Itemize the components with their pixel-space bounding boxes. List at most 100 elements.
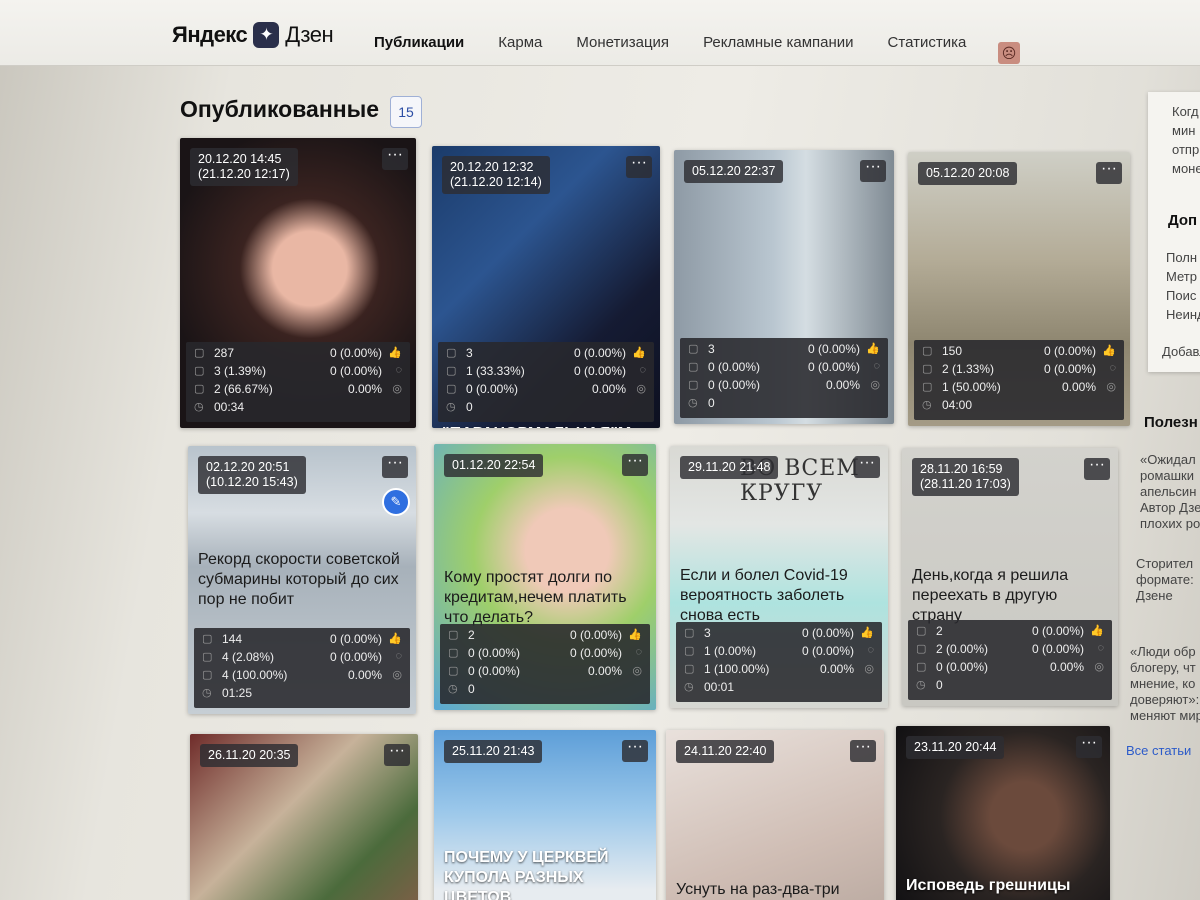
stat-value: 0 (0.00%): [801, 626, 854, 640]
stat-value: 0: [708, 396, 715, 410]
logo[interactable]: Яндекс ✦ Дзен: [172, 20, 334, 50]
card-title[interactable]: День,когда я решила переехать в другую с…: [912, 566, 1110, 626]
more-menu-icon[interactable]: ···: [850, 739, 876, 762]
count-badge: 15: [390, 96, 422, 128]
comment-icon: ◌: [395, 364, 402, 376]
sidebar-quote: формате:: [1136, 572, 1194, 587]
nav-karma[interactable]: Карма: [498, 34, 542, 51]
publication-card[interactable]: 20.12.20 12:32 (21.12.20 12:14) ··· "ПАРАН…: [432, 146, 660, 428]
more-menu-icon[interactable]: ···: [1076, 735, 1102, 758]
sidebar-text: Поис: [1166, 288, 1197, 303]
top-bar: Яндекс ✦ Дзен Публикации Карма Монетизац…: [0, 0, 1200, 66]
more-menu-icon[interactable]: ···: [860, 159, 886, 182]
edit-pencil-icon[interactable]: ✎: [382, 488, 410, 516]
publication-card[interactable]: 23.11.20 20:44 ··· Исповедь грешницы: [896, 726, 1110, 900]
stat-value: 0.00%: [347, 668, 382, 682]
card-title[interactable]: Рекорд скорости советской субмарины кото…: [198, 550, 408, 610]
more-menu-icon[interactable]: ···: [382, 147, 408, 170]
doc-icon: ▢: [202, 633, 213, 645]
sidebar-text: моне: [1172, 161, 1200, 176]
doc-icon: ▢: [448, 665, 459, 677]
doc-icon: ▢: [446, 383, 457, 395]
stat-value: 1 (50.00%): [942, 380, 1001, 394]
share-icon: ◎: [870, 379, 880, 391]
more-menu-icon[interactable]: ···: [854, 455, 880, 478]
more-menu-icon[interactable]: ···: [1084, 457, 1110, 480]
doc-icon: ▢: [922, 345, 933, 357]
nav-publications[interactable]: Публикации: [374, 34, 464, 51]
more-menu-icon[interactable]: ···: [1096, 161, 1122, 184]
card-title[interactable]: Уснуть на раз-два-три: [676, 880, 876, 900]
clock-icon: ◷: [448, 683, 458, 695]
stat-value: 0 (0.00%): [708, 378, 761, 392]
publication-card[interactable]: ВО ВСЕМ КРУГУ 29.11.20 21:48 ··· Если и бол…: [670, 446, 888, 708]
stat-value: 0 (0.00%): [573, 364, 626, 378]
like-icon: 👍: [1090, 625, 1104, 637]
publication-card[interactable]: 20.12.20 14:45 (21.12.20 12:17)···МЕЧТЫ …: [180, 138, 416, 428]
more-menu-icon[interactable]: ···: [622, 739, 648, 762]
share-icon: ◎: [392, 383, 402, 395]
card-title[interactable]: ПОЧЕМУ У ЦЕРКВЕЙ КУПОЛА РАЗНЫХ ЦВЕТОВ: [444, 848, 648, 900]
sidebar-heading: Доп: [1168, 212, 1198, 229]
publication-card[interactable]: 05.12.20 22:37···Лыжи на военной службе▢…: [674, 150, 894, 424]
card-date: 24.11.20 22:40: [676, 740, 775, 763]
publication-card[interactable]: 01.12.20 22:54 ··· Кому простят долги по к…: [434, 444, 656, 710]
doc-icon: ▢: [916, 661, 927, 673]
comment-icon: ◌: [867, 644, 874, 656]
stat-value: 04:00: [942, 398, 973, 412]
card-stats: ▢ 3 0 (0.00%) 👍 ▢ 1 (33.33%) 0 (0.00%) ◌ ▢ 0 (0.0…: [438, 342, 654, 422]
doc-icon: ▢: [916, 625, 927, 637]
nav-statistics[interactable]: Статистика: [888, 34, 967, 51]
nav-ad-campaigns[interactable]: Рекламные кампании: [703, 34, 853, 51]
publication-card[interactable]: 26.11.20 20:35 ···: [190, 734, 418, 900]
more-menu-icon[interactable]: ···: [384, 743, 410, 766]
card-title[interactable]: Кому простят долги по кредитам,нечем пла…: [444, 568, 648, 628]
stat-value: 0 (0.00%): [329, 632, 382, 646]
card-date: 05.12.20 20:08: [918, 162, 1018, 185]
publication-card[interactable]: 02.12.20 20:51 (10.12.20 15:43) ··· Рекорд…: [188, 446, 416, 714]
clock-icon: ◷: [916, 679, 926, 691]
user-face-icon[interactable]: ☹: [998, 42, 1020, 64]
card-title[interactable]: "ПАРАНОРМАЛЬНАЯ"Ме сть: В России обьявил…: [442, 424, 652, 428]
card-title[interactable]: Если и болел Covid-19 вероятность заболе…: [680, 566, 880, 626]
like-icon: 👍: [388, 633, 402, 645]
sidebar-add-link[interactable]: Добавл: [1162, 344, 1200, 359]
more-menu-icon[interactable]: ···: [622, 453, 648, 476]
stat-value: 0 (0.00%): [936, 660, 989, 674]
clock-icon: ◷: [688, 397, 698, 409]
sidebar-quote: Сторител: [1136, 556, 1194, 571]
stat-value: 0: [468, 682, 475, 696]
nav-monetization[interactable]: Монетизация: [576, 34, 669, 51]
doc-icon: ▢: [194, 365, 205, 377]
stat-value: 01:25: [222, 686, 253, 700]
all-articles-link[interactable]: Все статьи: [1126, 743, 1191, 758]
doc-icon: ▢: [684, 627, 695, 639]
logo-product: Дзен: [285, 22, 334, 47]
sidebar-quote: «Люди обр: [1130, 644, 1196, 659]
more-menu-icon[interactable]: ···: [626, 155, 652, 178]
doc-icon: ▢: [688, 379, 699, 391]
publication-card[interactable]: 24.11.20 22:40 ··· Уснуть на раз-два-три: [666, 730, 884, 900]
publication-card[interactable]: 28.11.20 16:59 (28.11.20 17:03) ··· День,к…: [902, 448, 1118, 706]
more-menu-icon[interactable]: ···: [382, 455, 408, 478]
stat-value: 0.00%: [591, 382, 626, 396]
publication-card[interactable]: 25.11.20 21:43 ··· ПОЧЕМУ У ЦЕРКВЕЙ КУПОЛА…: [434, 730, 656, 900]
stat-value: 0.00%: [825, 378, 860, 392]
stat-value: 1 (33.33%): [466, 364, 525, 378]
publication-card[interactable]: 05.12.20 20:08···Вершина воинского искус…: [908, 152, 1130, 426]
sidebar-quote: Автор Дзе: [1140, 500, 1200, 515]
doc-icon: ▢: [684, 663, 695, 675]
doc-icon: ▢: [194, 347, 205, 359]
star-icon: ✦: [253, 22, 280, 48]
doc-icon: ▢: [688, 343, 699, 355]
card-title[interactable]: Исповедь грешницы: [906, 876, 1102, 896]
stat-value: 2: [468, 628, 475, 642]
sidebar-text: Полн: [1166, 250, 1198, 265]
sidebar-quote: мнение, ко: [1130, 676, 1196, 691]
like-icon: 👍: [388, 347, 402, 359]
stat-value: 0 (0.00%): [1031, 642, 1084, 656]
card-date: 28.11.20 16:59 (28.11.20 17:03): [912, 458, 1019, 496]
card-date: 20.12.20 12:32 (21.12.20 12:14): [442, 156, 550, 194]
sidebar-quote: Дзене: [1136, 588, 1173, 603]
like-icon: 👍: [866, 343, 880, 355]
